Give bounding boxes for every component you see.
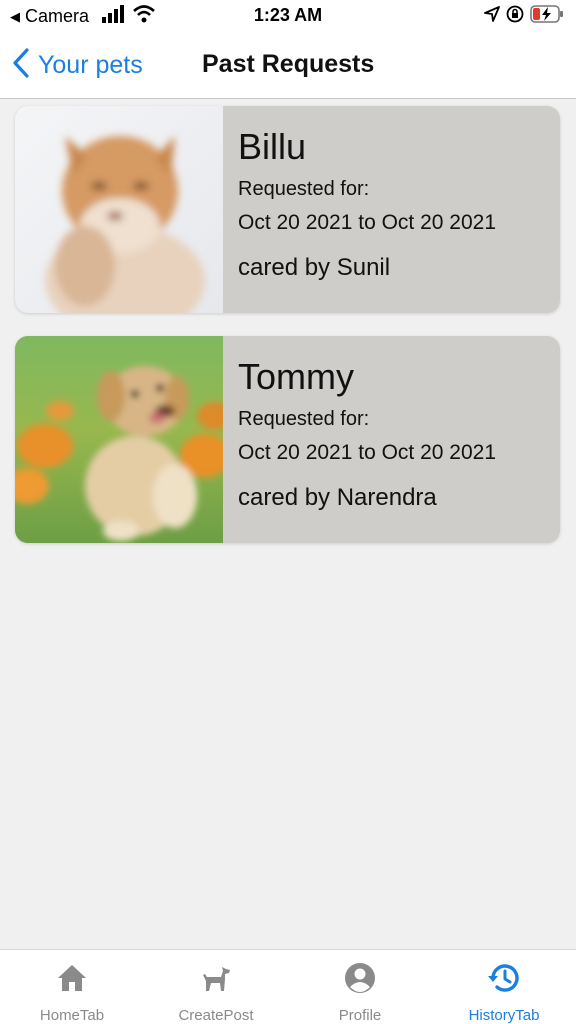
profile-icon (343, 961, 377, 995)
tab-label: HistoryTab (468, 1007, 540, 1024)
navigation-header: Your pets Past Requests (0, 32, 576, 99)
requested-dates: Oct 20 2021 to Oct 20 2021 (238, 211, 497, 234)
tab-label: CreatePost (178, 1007, 254, 1024)
request-card[interactable]: Tommy Requested for: Oct 20 2021 to Oct … (15, 336, 560, 543)
caretaker-name: cared by Sunil (238, 254, 391, 281)
app-screen: ◀ Camera 1:23 AM Your pets Past Requests… (0, 0, 576, 1024)
page-title: Past Requests (202, 50, 375, 78)
request-card[interactable]: Billu Requested for: Oct 20 2021 to Oct … (15, 106, 560, 313)
tab-create-post[interactable]: CreatePost (144, 950, 288, 1024)
back-button[interactable]: Your pets (12, 47, 143, 83)
cat-photo (15, 106, 223, 313)
status-right (478, 5, 564, 28)
requested-dates: Oct 20 2021 to Oct 20 2021 (238, 441, 497, 464)
orientation-lock-icon (506, 5, 524, 28)
dog-icon (199, 961, 233, 995)
home-icon (55, 961, 89, 995)
requested-for-label: Requested for: (238, 408, 370, 430)
back-button-label: Your pets (38, 50, 143, 79)
requested-for-label: Requested for: (238, 178, 370, 200)
pet-name: Tommy (238, 356, 354, 397)
tab-profile[interactable]: Profile (288, 950, 432, 1024)
tab-history[interactable]: HistoryTab (432, 950, 576, 1024)
caretaker-name: cared by Narendra (238, 484, 437, 511)
tab-home[interactable]: HomeTab (0, 950, 144, 1024)
location-icon (484, 6, 500, 27)
battery-icon (530, 5, 564, 28)
bottom-tab-bar: HomeTab CreatePost Profile HistoryTab (0, 949, 576, 1024)
pet-name: Billu (238, 126, 307, 167)
dog-photo (15, 336, 223, 543)
status-bar: ◀ Camera 1:23 AM (0, 0, 576, 32)
tab-label: HomeTab (39, 1007, 105, 1024)
history-icon (487, 961, 521, 995)
chevron-left-icon (12, 47, 30, 83)
tab-label: Profile (338, 1007, 382, 1024)
